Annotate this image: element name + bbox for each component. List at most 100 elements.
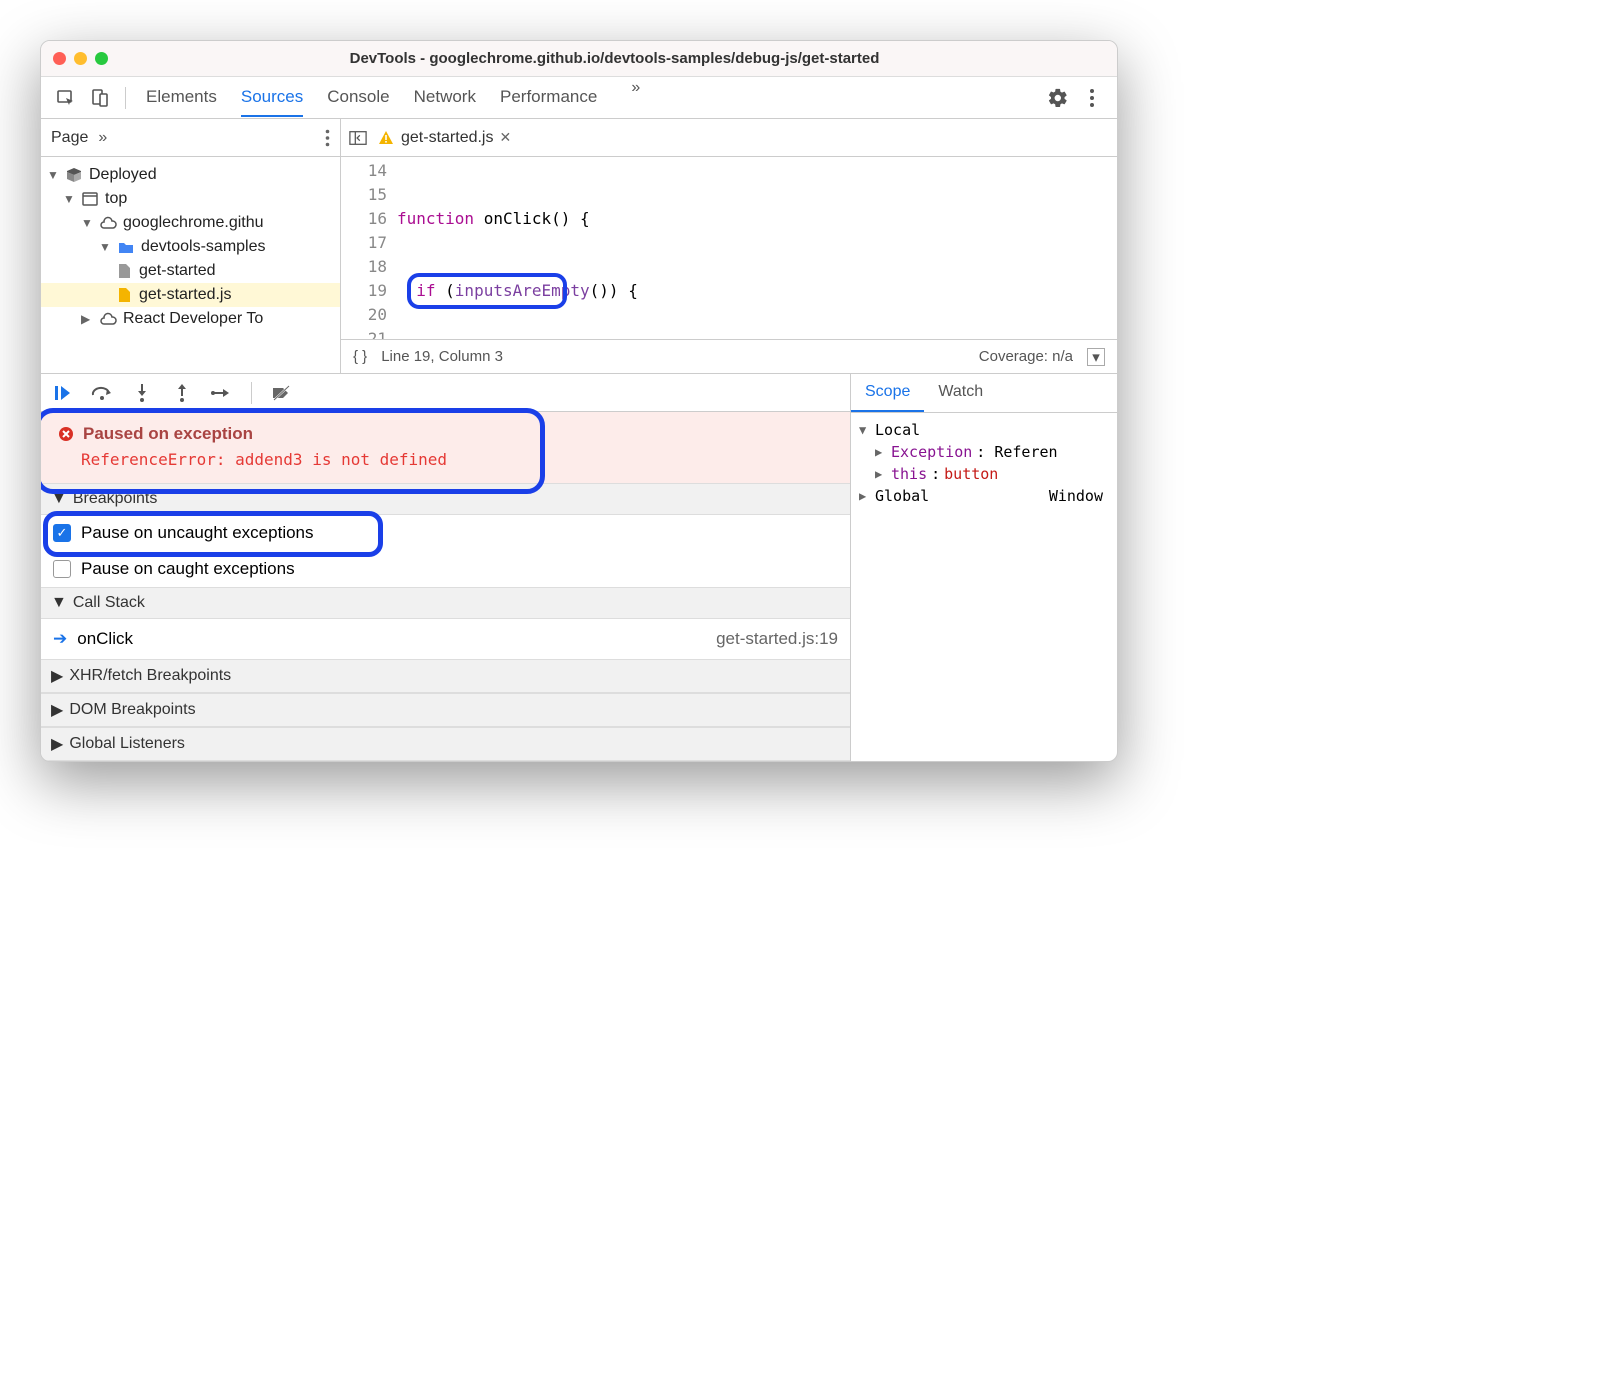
scope-key: this [891,465,927,483]
maximize-button[interactable] [95,52,108,65]
tab-network[interactable]: Network [414,79,476,117]
window-title: DevTools - googlechrome.github.io/devtoo… [124,50,1105,67]
code-editor[interactable]: 14 15 16 17 18 19 20 21 function onClick… [341,157,1117,339]
scope-global[interactable]: ▶GlobalWindow [855,485,1113,507]
scope-tabs: Scope Watch [851,374,1117,413]
scope-key: Exception [891,443,972,461]
tab-elements[interactable]: Elements [146,79,217,117]
resume-icon[interactable] [51,382,73,404]
editor-pane: get-started.js ✕ 14 15 16 17 18 19 20 21… [341,119,1117,373]
pause-title: Paused on exception [83,424,253,444]
checkbox-checked-icon[interactable]: ✓ [53,524,71,542]
tree-react[interactable]: ▶React Developer To [41,307,340,331]
editor-tab[interactable]: get-started.js ✕ [377,129,511,147]
line-number: 19 [341,279,387,303]
frame-name: onClick [77,629,133,649]
scope-value: button [944,465,998,483]
scope-label: Local [875,421,920,439]
step-icon[interactable] [211,382,233,404]
titlebar: DevTools - googlechrome.github.io/devtoo… [41,41,1117,77]
line-number: 16 [341,207,387,231]
tab-scope[interactable]: Scope [851,374,924,412]
dom-breakpoints-header[interactable]: ▶DOM Breakpoints [41,693,850,727]
callstack-header[interactable]: ▼Call Stack [41,587,850,619]
tree-label: googlechrome.githu [123,214,264,232]
debugger-row: Paused on exception ReferenceError: adde… [41,373,1117,761]
step-into-icon[interactable] [131,382,153,404]
tree-label: devtools-samples [141,238,266,256]
main-toolbar: Elements Sources Console Network Perform… [41,77,1117,119]
global-listeners-header[interactable]: ▶Global Listeners [41,727,850,761]
pause-caught-row[interactable]: Pause on caught exceptions [41,551,850,587]
frame-icon [81,190,99,208]
tabs-overflow[interactable]: » [621,79,650,117]
step-over-icon[interactable] [91,382,113,404]
line-number: 15 [341,183,387,207]
callstack-frame[interactable]: ➔ onClick get-started.js:19 [41,619,850,659]
debugger-right: Scope Watch ▼Local ▶Exception: Referen ▶… [851,374,1117,761]
frame-location[interactable]: get-started.js:19 [716,629,838,649]
device-icon[interactable] [85,83,115,113]
navigator-overflow[interactable]: » [98,129,107,147]
scope-exception[interactable]: ▶Exception: Referen [855,441,1113,463]
tab-performance[interactable]: Performance [500,79,597,117]
tree-top[interactable]: ▼top [41,187,340,211]
deployed-icon [65,166,83,184]
js-file-icon [115,286,133,304]
error-icon [57,425,75,443]
source-text: function onClick() { if (inputsAreEmpty(… [397,157,1117,339]
settings-icon[interactable] [1043,83,1073,113]
devtools-window: DevTools - googlechrome.github.io/devtoo… [40,40,1118,762]
scope-value: Window [1049,487,1109,505]
coverage-dropdown-icon[interactable]: ▾ [1087,348,1105,366]
tree-origin[interactable]: ▼googlechrome.githu [41,211,340,235]
tree-folder[interactable]: ▼devtools-samples [41,235,340,259]
tab-console[interactable]: Console [327,79,389,117]
scope-body: ▼Local ▶Exception: Referen ▶this: button… [851,413,1117,513]
close-button[interactable] [53,52,66,65]
warning-icon [377,129,395,147]
file-tree: ▼Deployed ▼top ▼googlechrome.githu ▼devt… [41,157,340,337]
cursor-position: Line 19, Column 3 [381,348,503,365]
format-icon[interactable]: { } [353,348,367,365]
line-number: 17 [341,231,387,255]
line-number: 20 [341,303,387,327]
section-label: XHR/fetch Breakpoints [69,667,231,685]
cloud-icon [99,310,117,328]
navigator-more-icon[interactable] [325,129,330,147]
scope-this[interactable]: ▶this: button [855,463,1113,485]
tree-file-js[interactable]: get-started.js [41,283,340,307]
scope-value: : Referen [976,443,1057,461]
deactivate-breakpoints-icon[interactable] [270,382,292,404]
xhr-breakpoints-header[interactable]: ▶XHR/fetch Breakpoints [41,659,850,693]
editor-statusbar: { } Line 19, Column 3 Coverage: n/a ▾ [341,339,1117,373]
close-icon[interactable]: ✕ [499,129,511,146]
tree-label: top [105,190,127,208]
breakpoints-header[interactable]: ▼Breakpoints [41,483,850,515]
tree-file-html[interactable]: get-started [41,259,340,283]
content-area: Page » ▼Deployed ▼top ▼googlechrome.gith… [41,119,1117,373]
panel-tabs: Elements Sources Console Network Perform… [146,79,1039,117]
separator [125,87,126,109]
coverage-label[interactable]: Coverage: n/a [979,348,1073,365]
separator [251,382,252,404]
traffic-lights [53,52,108,65]
pause-uncaught-row[interactable]: ✓ Pause on uncaught exceptions [41,515,850,551]
inspect-icon[interactable] [51,83,81,113]
line-number: 18 [341,255,387,279]
scope-sep: : [931,465,940,483]
tree-deployed[interactable]: ▼Deployed [41,163,340,187]
toggle-navigator-icon[interactable] [349,129,367,147]
kebab-icon[interactable] [1077,83,1107,113]
checkbox-icon[interactable] [53,560,71,578]
debugger-toolbar [41,374,850,412]
step-out-icon[interactable] [171,382,193,404]
cloud-icon [99,214,117,232]
tab-watch[interactable]: Watch [924,374,997,412]
navigator-tab-page[interactable]: Page [51,129,88,147]
scope-local[interactable]: ▼Local [855,419,1113,441]
tab-sources[interactable]: Sources [241,79,303,117]
minimize-button[interactable] [74,52,87,65]
navigator-header: Page » [41,119,340,157]
tree-label: React Developer To [123,310,263,328]
